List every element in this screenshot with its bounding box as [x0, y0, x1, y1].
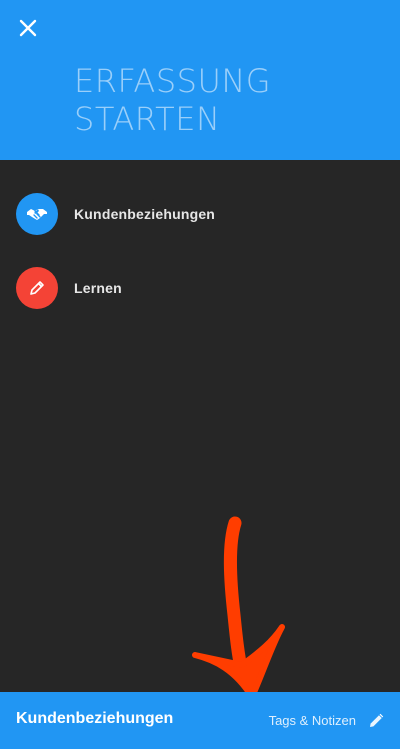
pencil-icon [370, 713, 384, 727]
tags-notes-label: Tags & Notizen [268, 713, 356, 728]
close-button[interactable] [14, 14, 42, 42]
page-title: ERFASSUNG STARTEN [74, 62, 272, 138]
pencil-icon [30, 281, 44, 295]
bottom-bar-title: Kundenbeziehungen [16, 710, 174, 727]
menu-item-avatar [16, 193, 58, 235]
header: ERFASSUNG STARTEN [0, 0, 400, 160]
menu-item-lernen[interactable]: Lernen [0, 260, 400, 316]
menu-item-kundenbeziehungen[interactable]: Kundenbeziehungen [0, 186, 400, 242]
handshake-icon [27, 209, 47, 220]
menu-item-label: Lernen [74, 280, 122, 296]
annotation-arrow [192, 516, 285, 700]
tags-notes-button[interactable]: Tags & Notizen [269, 692, 384, 749]
menu-item-avatar [16, 267, 58, 309]
menu-item-label: Kundenbeziehungen [74, 206, 216, 222]
bottom-bar: Kundenbeziehungen Tags & Notizen [0, 692, 400, 749]
close-icon [19, 19, 37, 37]
